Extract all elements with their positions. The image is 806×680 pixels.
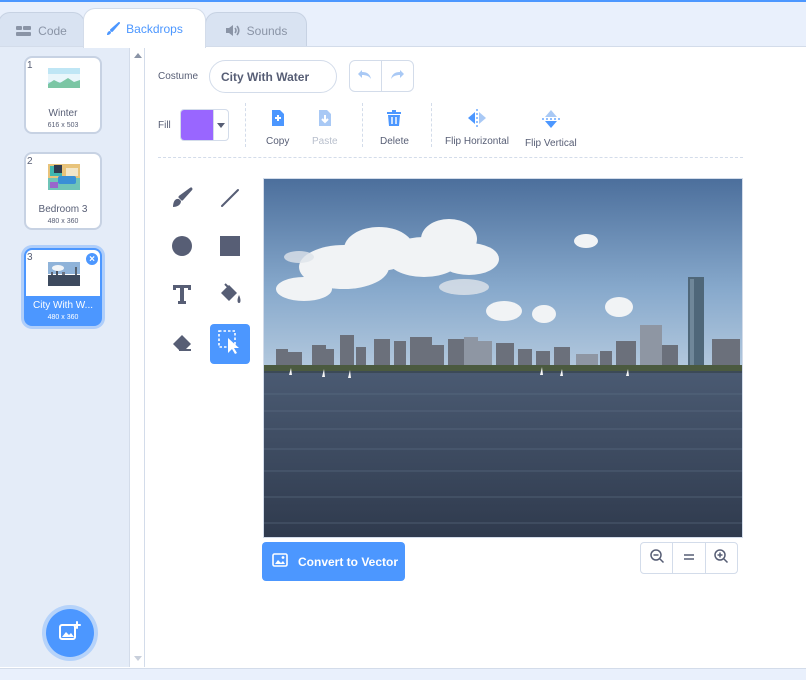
backdrop-size: 480 x 360 <box>47 314 79 321</box>
zoom-in-button[interactable] <box>704 543 737 573</box>
backdrop-item-bedroom-3[interactable]: 2 Bedroom 3 480 x 360 <box>24 152 102 230</box>
circle-tool[interactable] <box>162 228 202 268</box>
zoom-out-icon <box>649 548 665 569</box>
text-tool[interactable] <box>162 276 202 316</box>
zoom-out-button[interactable] <box>641 543 672 573</box>
select-cursor-icon <box>217 329 243 360</box>
add-backdrop-button[interactable] <box>46 609 94 657</box>
brush-icon <box>170 186 194 215</box>
fill-tool[interactable] <box>210 276 250 316</box>
undo-button[interactable] <box>350 61 382 91</box>
backdrop-list: 1 Winter 616 x 503 2 Bedroom 3 480 x 360… <box>0 47 130 667</box>
delete-button[interactable]: Delete <box>380 109 409 147</box>
rectangle-tool[interactable] <box>210 228 250 268</box>
backdrop-item-city-with-water[interactable]: 3 × City With W... 480 x 360 <box>24 248 102 326</box>
backdrop-name: City With W... <box>33 300 93 311</box>
trash-icon <box>385 109 403 132</box>
backdrop-thumbnail <box>48 262 80 288</box>
editor-tabs: Code Backdrops Sounds <box>0 2 806 48</box>
main-panel: 1 Winter 616 x 503 2 Bedroom 3 480 x 360… <box>0 46 806 668</box>
backdrop-name: Winter <box>48 108 78 119</box>
backdrop-thumbnail <box>48 68 80 94</box>
brush-tool[interactable] <box>162 180 202 220</box>
copy-label: Copy <box>266 136 290 147</box>
delete-backdrop-button[interactable]: × <box>85 252 99 266</box>
redo-icon <box>389 67 405 85</box>
tab-code[interactable]: Code <box>0 12 85 48</box>
backdrop-list-scrollbar[interactable] <box>131 47 145 667</box>
flip-vertical-label: Flip Vertical <box>525 138 577 149</box>
tab-backdrops-label: Backdrops <box>126 21 183 36</box>
convert-to-vector-label: Convert to Vector <box>298 554 399 569</box>
flip-horizontal-button[interactable]: Flip Horizontal <box>445 109 509 147</box>
backdrop-thumbnail <box>48 164 80 190</box>
line-icon <box>218 186 242 215</box>
backdrop-size: 480 x 360 <box>47 218 79 225</box>
text-icon <box>170 282 194 311</box>
backdrop-item-winter[interactable]: 1 Winter 616 x 503 <box>24 56 102 134</box>
copy-button[interactable]: Copy <box>266 109 289 147</box>
undo-icon <box>357 67 373 85</box>
code-icon <box>16 25 32 37</box>
delete-label: Delete <box>380 136 409 147</box>
backdrop-size: 616 x 503 <box>47 122 79 129</box>
backdrop-name: Bedroom 3 <box>38 204 88 215</box>
eraser-icon <box>170 330 194 359</box>
select-tool[interactable] <box>210 324 250 364</box>
tab-sounds[interactable]: Sounds <box>205 12 307 48</box>
zoom-in-icon <box>713 548 729 569</box>
flip-horizontal-icon <box>467 109 487 132</box>
paint-canvas[interactable] <box>263 178 743 538</box>
rectangle-icon <box>218 234 242 263</box>
circle-icon <box>170 234 194 263</box>
costume-name-label: Costume <box>158 71 199 82</box>
bottom-bar <box>0 668 806 680</box>
add-image-icon <box>59 620 81 646</box>
backdrop-number: 1 <box>27 60 33 71</box>
paint-bucket-icon <box>217 281 243 312</box>
backdrop-number: 3 <box>27 252 33 263</box>
speaker-icon <box>225 24 241 37</box>
flip-vertical-button[interactable]: Flip Vertical <box>525 109 577 149</box>
zoom-reset-button[interactable] <box>672 543 704 573</box>
eraser-tool[interactable] <box>162 324 202 364</box>
chevron-down-icon <box>213 110 228 140</box>
copy-icon <box>269 109 287 132</box>
scroll-down-arrow-icon[interactable] <box>134 656 142 661</box>
image-icon <box>272 553 288 570</box>
paint-editor: Costume Fill Copy <box>146 47 806 667</box>
tab-sounds-label: Sounds <box>246 23 288 38</box>
tab-backdrops[interactable]: Backdrops <box>83 8 206 48</box>
fill-color-swatch <box>181 110 213 140</box>
zoom-controls <box>640 542 738 574</box>
flip-vertical-icon <box>541 109 560 134</box>
fill-color-picker[interactable] <box>180 109 229 141</box>
paintbrush-icon <box>106 21 121 36</box>
paste-button[interactable]: Paste <box>312 109 338 147</box>
flip-horizontal-label: Flip Horizontal <box>445 136 509 147</box>
paste-label: Paste <box>312 136 338 147</box>
scroll-up-arrow-icon[interactable] <box>134 53 142 58</box>
backdrop-number: 2 <box>27 156 33 167</box>
redo-button[interactable] <box>382 61 413 91</box>
equals-icon <box>683 549 695 567</box>
undo-redo-group <box>349 60 414 92</box>
tab-code-label: Code <box>38 23 67 38</box>
line-tool[interactable] <box>210 180 250 220</box>
fill-label: Fill <box>158 120 171 131</box>
convert-to-vector-button[interactable]: Convert to Vector <box>262 542 405 581</box>
paste-icon <box>316 109 334 132</box>
costume-name-input[interactable] <box>209 60 337 93</box>
